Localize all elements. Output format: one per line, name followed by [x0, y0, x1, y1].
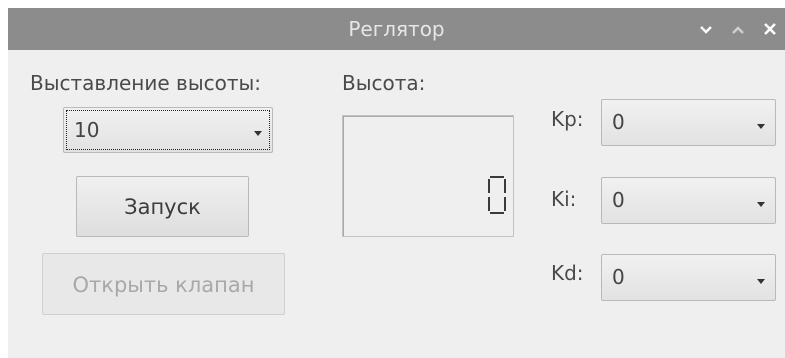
setpoint-label: Выставление высоты: [30, 71, 262, 95]
chevron-down-icon [757, 278, 765, 284]
ki-combo[interactable]: 0 [601, 177, 776, 224]
height-lcd-display [342, 115, 514, 237]
chevron-down-icon [254, 131, 262, 136]
setpoint-value: 10 [74, 118, 100, 142]
chevron-down-icon [757, 123, 765, 129]
kd-value: 0 [612, 265, 625, 289]
kp-value: 0 [612, 110, 625, 134]
ki-value: 0 [612, 188, 625, 212]
minimize-icon[interactable] [694, 16, 718, 42]
open-valve-button[interactable]: Открыть клапан [42, 253, 285, 315]
height-label: Высота: [342, 71, 426, 95]
close-icon[interactable] [758, 16, 782, 42]
regulator-window: Реглятор Выставление высоты: 10 Запуск О… [8, 8, 785, 358]
kp-label: Kp: [551, 107, 584, 131]
ki-label: Ki: [551, 187, 577, 211]
kd-label: Kd: [551, 261, 584, 285]
window-title: Реглятор [348, 17, 445, 41]
setpoint-combo[interactable]: 10 [63, 107, 273, 153]
lcd-digit [488, 176, 506, 214]
start-button[interactable]: Запуск [76, 176, 249, 237]
title-bar[interactable]: Реглятор [8, 8, 785, 50]
chevron-down-icon [757, 201, 765, 207]
maximize-icon[interactable] [726, 16, 750, 42]
kp-combo[interactable]: 0 [601, 99, 776, 146]
kd-combo[interactable]: 0 [601, 254, 776, 301]
